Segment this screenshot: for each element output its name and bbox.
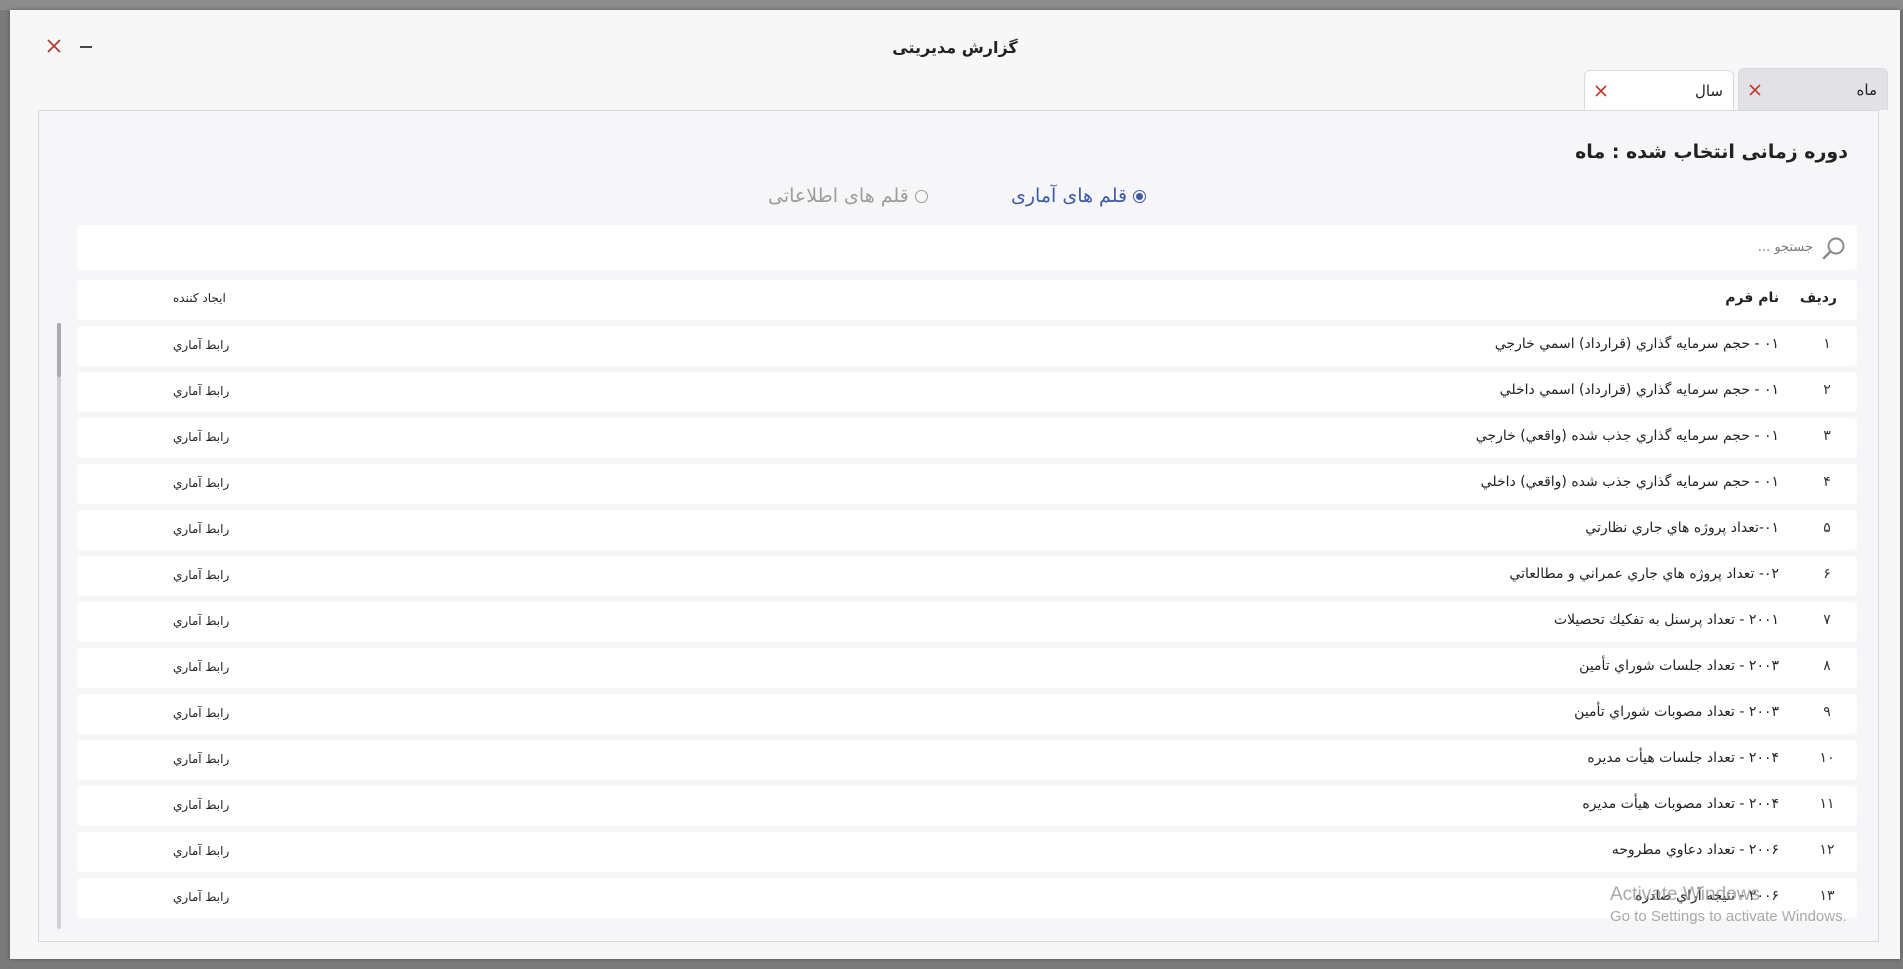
row-number: ۴ [1823,474,1831,490]
radio-informational-items[interactable]: قلم های اطلاعاتی [768,185,928,207]
radio-statistical-items[interactable]: قلم های آماری [1011,185,1147,207]
form-name: ۲۰۰۳ - تعداد جلسات شوراي تأمين [1579,658,1779,674]
tab-bar: ماه سال [1584,68,1888,110]
table-row[interactable]: ۲ ۰۱ - حجم سرمايه گذاري (قرارداد) اسمي د… [77,372,1857,412]
row-number: ۱۰ [1819,750,1835,766]
watermark-subtitle: Go to Settings to activate Windows. [1610,908,1847,925]
column-header-row[interactable]: ردیف [1797,290,1837,306]
row-number: ۹ [1823,704,1831,720]
creator: رابط آماري [173,430,230,444]
form-name: ۰۱ - حجم سرمايه گذاري (قرارداد) اسمي خار… [1494,336,1779,352]
form-name: ۲۰۰۱ - تعداد پرسنل به تفكيك تحصيلات [1553,612,1779,628]
scrollbar-thumb[interactable] [57,323,61,377]
search-input[interactable] [85,240,1819,255]
table-row[interactable]: ۱ ۰۱ - حجم سرمايه گذاري (قرارداد) اسمي خ… [77,326,1857,366]
tab-month[interactable]: ماه [1738,68,1888,110]
creator: رابط آماري [173,798,230,812]
table-row[interactable]: ۵ ۰۱-تعداد پروژه هاي جاري نظارتي رابط آم… [77,510,1857,550]
form-name: ۰۲- تعداد پروژه هاي جاري عمراني و مطالعا… [1509,566,1779,582]
table-row[interactable]: ۱۳ ۲۰۰۶ - نتيجه آراي صادره رابط آماري [77,878,1857,918]
table-row[interactable]: ۹ ۲۰۰۳ - تعداد مصوبات شوراي تأمين رابط آ… [77,694,1857,734]
tab-label: سال [1694,81,1723,100]
creator: رابط آماري [173,660,230,674]
watermark-title: Activate Windows [1610,884,1760,905]
table-body: ۱ ۰۱ - حجم سرمايه گذاري (قرارداد) اسمي خ… [77,326,1857,926]
dialog-title: گزارش مدیریتی [892,38,1018,57]
tab-year[interactable]: سال [1584,70,1734,110]
table-row[interactable]: ۸ ۲۰۰۳ - تعداد جلسات شوراي تأمين رابط آم… [77,648,1857,688]
row-number: ۷ [1823,612,1831,628]
creator: رابط آماري [173,522,230,536]
row-number: ۶ [1823,566,1831,582]
creator: رابط آماري [173,844,230,858]
radio-unchecked-icon [914,189,928,203]
content-panel: دوره زمانی انتخاب شده : ماه قلم های آمار… [38,110,1879,942]
radio-label: قلم های اطلاعاتی [768,185,909,207]
column-header-form-name[interactable]: نام فرم [1725,290,1779,306]
column-header-creator[interactable]: ایجاد کننده [173,291,226,305]
table-row[interactable]: ۷ ۲۰۰۱ - تعداد پرسنل به تفكيك تحصيلات را… [77,602,1857,642]
activation-watermark: Activate Windows Go to Settings to activ… [1610,884,1847,925]
close-icon[interactable] [1595,84,1607,97]
selected-period-heading: دوره زمانی انتخاب شده : ماه [1575,141,1848,163]
table-header: ردیف نام فرم ایجاد کننده [77,280,1857,320]
form-name: ۰۱ - حجم سرمايه گذاري جذب شده (واقعي) دا… [1480,474,1779,490]
creator: رابط آماري [173,476,230,490]
creator: رابط آماري [173,614,230,628]
row-number: ۲ [1823,382,1831,398]
vertical-scrollbar[interactable] [57,323,61,929]
table-row[interactable]: ۳ ۰۱ - حجم سرمايه گذاري جذب شده (واقعي) … [77,418,1857,458]
search-bar [77,225,1857,270]
creator: رابط آماري [173,568,230,582]
close-icon[interactable] [1749,83,1761,96]
table-row[interactable]: ۴ ۰۱ - حجم سرمايه گذاري جذب شده (واقعي) … [77,464,1857,504]
row-number: ۵ [1823,520,1831,536]
creator: رابط آماري [173,338,230,352]
row-number: ۸ [1823,658,1831,674]
table-row[interactable]: ۱۱ ۲۰۰۴ - تعداد مصوبات هيأت مديره رابط آ… [77,786,1857,826]
creator: رابط آماري [173,890,230,904]
item-type-radio-group: قلم های آماری قلم های اطلاعاتی [39,185,1880,215]
radio-checked-icon [1133,189,1147,203]
row-number: ۳ [1823,428,1831,444]
form-name: ۲۰۰۴ - تعداد مصوبات هيأت مديره [1582,796,1779,812]
creator: رابط آماري [173,384,230,398]
form-name: ۲۰۰۶ - تعداد دعاوي مطروحه [1611,842,1779,858]
form-name: ۰۱ - حجم سرمايه گذاري (قرارداد) اسمي داخ… [1499,382,1779,398]
form-name: ۲۰۰۴ - تعداد جلسات هيأت مديره [1587,750,1779,766]
row-number: ۱۱ [1819,796,1835,812]
radio-label: قلم های آماری [1011,185,1128,207]
table-row[interactable]: ۶ ۰۲- تعداد پروژه هاي جاري عمراني و مطال… [77,556,1857,596]
form-name: ۰۱ - حجم سرمايه گذاري جذب شده (واقعي) خا… [1475,428,1779,444]
search-icon[interactable] [1819,233,1849,263]
report-dialog: گزارش مدیریتی ماه سال دوره زمانی انتخاب … [10,10,1900,959]
table-row[interactable]: ۱۲ ۲۰۰۶ - تعداد دعاوي مطروحه رابط آماري [77,832,1857,872]
form-name: ۰۱-تعداد پروژه هاي جاري نظارتي [1585,520,1779,536]
creator: رابط آماري [173,706,230,720]
form-name: ۲۰۰۳ - تعداد مصوبات شوراي تأمين [1574,704,1779,720]
row-number: ۱۲ [1819,842,1835,858]
row-number: ۱ [1823,336,1831,352]
backdrop [0,0,1903,10]
table-row[interactable]: ۱۰ ۲۰۰۴ - تعداد جلسات هيأت مديره رابط آم… [77,740,1857,780]
creator: رابط آماري [173,752,230,766]
tab-label: ماه [1856,80,1877,99]
